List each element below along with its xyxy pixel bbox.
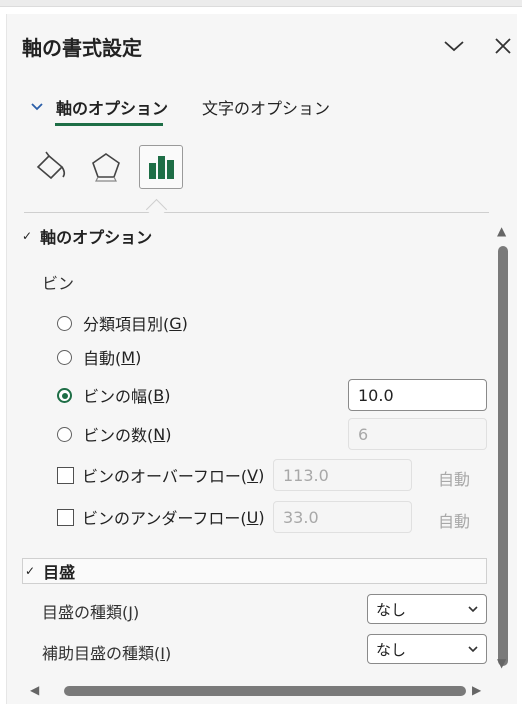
major-tick-type-select[interactable]: なし [367, 594, 487, 624]
chevron-down-icon [468, 605, 478, 612]
close-icon [495, 38, 511, 54]
horizontal-scroll-thumb[interactable] [64, 686, 466, 696]
section-tick-marks-header[interactable]: ✓ 目盛 [22, 558, 487, 584]
underflow-auto-button: 自動 [438, 512, 471, 531]
scroll-down-arrow-icon[interactable]: ▼ [497, 656, 506, 670]
chevron-down-icon [31, 103, 43, 111]
pane-title: 軸の書式設定 [22, 36, 142, 60]
tab-label: 文字のオプション [202, 99, 331, 118]
checkmark-collapse-icon: ✓ [22, 229, 33, 243]
underflow-bin-checkbox[interactable]: ビンのアンダーフロー(U) [57, 505, 265, 529]
fill-line-icon [36, 151, 66, 180]
overflow-bin-input: 113.0 [273, 459, 412, 491]
bin-width-input[interactable]: 10.0 [348, 379, 487, 411]
section-title: 目盛 [43, 563, 76, 582]
chevron-down-icon [468, 645, 478, 652]
section-axis-options-header[interactable]: ✓ 軸のオプション [22, 223, 152, 249]
pane-options-button[interactable] [442, 34, 466, 58]
tab-label: 軸のオプション [56, 99, 169, 118]
checkmark-collapse-icon: ✓ [25, 564, 36, 578]
effects-pentagon-icon [92, 153, 120, 182]
scroll-left-arrow-icon[interactable]: ◀ [30, 683, 39, 697]
tab-axis-options[interactable]: 軸のオプション [30, 92, 168, 122]
radio-bin-width[interactable]: ビンの幅(B) [57, 383, 170, 407]
minor-tick-type-label: 補助目盛の種類(I) [42, 644, 172, 663]
overflow-auto-button: 自動 [438, 470, 471, 489]
bins-label: ビン [42, 274, 75, 293]
radio-button-selected [57, 387, 72, 403]
radio-bin-count[interactable]: ビンの数(N) [57, 422, 171, 446]
checkbox [57, 466, 74, 484]
tab-text-options[interactable]: 文字のオプション [202, 92, 330, 122]
effects-tab[interactable] [84, 145, 128, 189]
checkbox [57, 508, 74, 526]
scroll-up-arrow-icon[interactable]: ▲ [497, 224, 506, 238]
radio-button [57, 315, 72, 331]
divider [24, 212, 489, 213]
minor-tick-type-select[interactable]: なし [367, 634, 487, 664]
underflow-bin-input: 33.0 [273, 501, 412, 533]
vertical-scrollbar[interactable]: ▲ ▼ [495, 222, 511, 674]
section-title: 軸のオプション [40, 228, 153, 247]
radio-button [57, 426, 72, 442]
vertical-scroll-thumb[interactable] [498, 246, 508, 666]
axis-options-bar-chart-icon [149, 156, 174, 179]
radio-by-category[interactable]: 分類項目別(G) [57, 311, 188, 335]
radio-button [57, 349, 72, 365]
overflow-bin-checkbox[interactable]: ビンのオーバーフロー(V) [57, 463, 264, 487]
bin-count-input: 6 [348, 418, 487, 450]
scroll-right-arrow-icon[interactable]: ▶ [472, 683, 481, 697]
top-strip [0, 0, 522, 7]
radio-auto[interactable]: 自動(M) [57, 345, 141, 369]
horizontal-scrollbar[interactable]: ◀ ▶ [24, 680, 490, 702]
fill-line-tab[interactable] [28, 145, 72, 189]
major-tick-type-label: 目盛の種類(J) [42, 603, 140, 622]
close-button[interactable] [491, 34, 515, 58]
axis-options-tab[interactable] [139, 145, 183, 189]
active-tab-indicator [55, 123, 163, 126]
chevron-down-icon [444, 41, 464, 52]
